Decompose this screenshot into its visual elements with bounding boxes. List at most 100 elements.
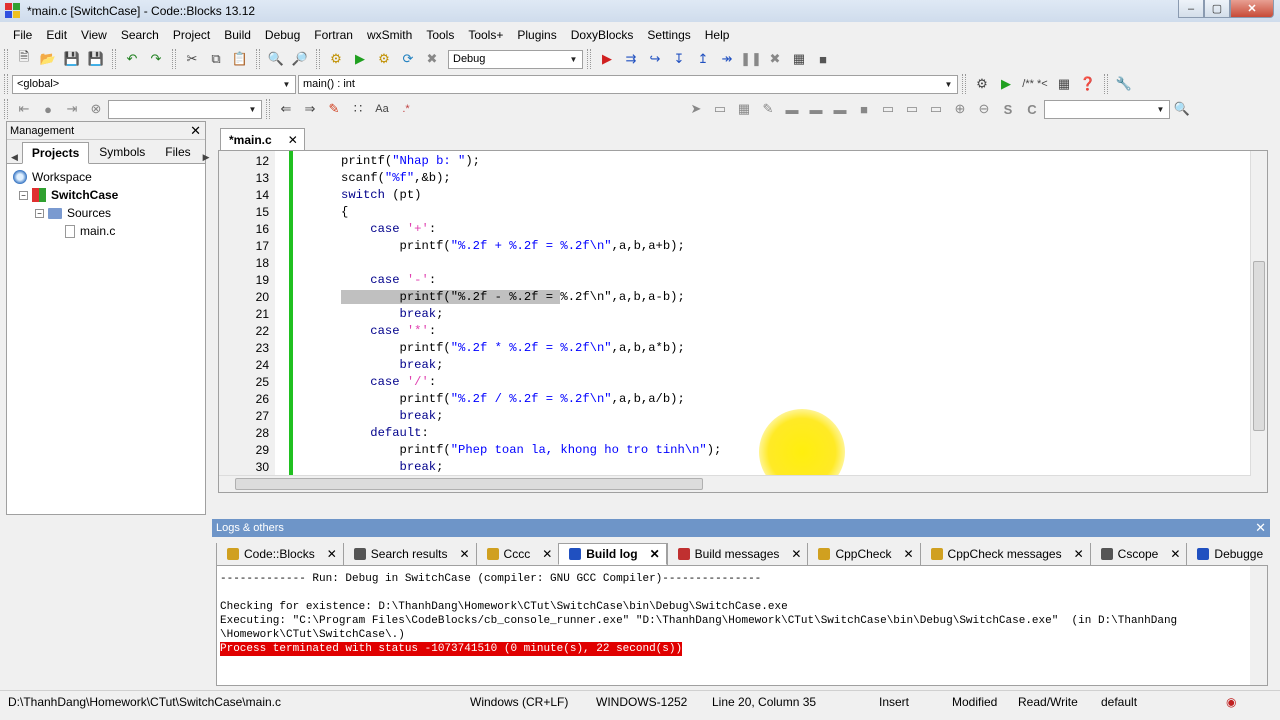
code-editor[interactable]: 12 printf("Nhap b: "); 13 scanf("%f",&b); 14… [218, 150, 1268, 493]
search-input[interactable]: ▼ [108, 99, 262, 119]
rebuild-icon[interactable]: ⟳ [398, 49, 418, 69]
maximize-button[interactable]: ▢ [1204, 0, 1230, 18]
close-icon[interactable]: ✕ [650, 547, 660, 561]
clear-search-icon[interactable]: ⊗ [86, 99, 106, 119]
menu-doxyblocks[interactable]: DoxyBlocks [564, 24, 641, 46]
code-line[interactable]: 24 break; [219, 357, 1251, 374]
function-select[interactable]: main() : int ▼ [298, 74, 958, 94]
match-case-icon[interactable]: Aa [372, 99, 392, 119]
pause-icon[interactable]: ❚❚ [740, 49, 762, 69]
menu-fortran[interactable]: Fortran [307, 24, 360, 46]
find-icon[interactable]: 🔍 [266, 49, 286, 69]
menu-build[interactable]: Build [217, 24, 258, 46]
doxy-chm-icon[interactable]: ❓ [1078, 74, 1098, 94]
new-file-icon[interactable]: 🗎 [14, 49, 34, 69]
close-icon[interactable]: ✕ [1255, 519, 1266, 537]
code-line[interactable]: 19 case '-': [219, 272, 1251, 289]
diagram-select[interactable]: ▼ [1044, 99, 1170, 119]
menu-search[interactable]: Search [114, 24, 166, 46]
highlight-icon[interactable]: ✎ [324, 99, 344, 119]
menu-plugins[interactable]: Plugins [510, 24, 563, 46]
cut-icon[interactable]: ✂ [182, 49, 202, 69]
next-line-icon[interactable]: ↪ [645, 49, 665, 69]
code-line[interactable]: 18 [219, 255, 1251, 272]
copy-icon[interactable]: ⧉ [206, 49, 226, 69]
doxy-config-icon[interactable]: 🔧 [1114, 74, 1134, 94]
logs-tab-cscope[interactable]: Cscope ✕ [1089, 543, 1187, 565]
border-icon[interactable]: ▭ [878, 99, 898, 119]
tab-scroll-right-icon[interactable]: ▶ [203, 152, 210, 163]
image-tool-icon[interactable]: ▦ [734, 99, 754, 119]
find-next-icon[interactable]: ⇒ [300, 99, 320, 119]
block-comment-icon[interactable]: /** *< [1020, 74, 1050, 94]
close-icon[interactable]: ✕ [288, 133, 298, 147]
close-icon[interactable]: ✕ [1074, 547, 1084, 561]
editor-horizontal-scrollbar[interactable] [219, 475, 1251, 492]
scope-select[interactable]: <global> ▼ [12, 74, 296, 94]
menu-help[interactable]: Help [698, 24, 737, 46]
logs-tab-debugge[interactable]: Debugge [1186, 543, 1268, 565]
tab-projects[interactable]: Projects [21, 142, 90, 164]
align-left-icon[interactable]: ▬ [782, 99, 802, 119]
debug-windows-icon[interactable]: ▦ [789, 49, 809, 69]
align-right-icon[interactable]: ▬ [830, 99, 850, 119]
menu-wxsmith[interactable]: wxSmith [360, 24, 419, 46]
tree-file-main[interactable]: main.c [13, 222, 205, 240]
stop-debug-icon[interactable]: ✖ [765, 49, 785, 69]
close-icon[interactable]: ✕ [459, 547, 469, 561]
menu-file[interactable]: File [6, 24, 39, 46]
code-line[interactable]: 26 printf("%.2f / %.2f = %.2f\n",a,b,a/b… [219, 391, 1251, 408]
fill-icon[interactable]: ■ [854, 99, 874, 119]
logs-vertical-scrollbar[interactable] [1250, 566, 1267, 685]
logs-tab-search-results[interactable]: Search results ✕ [342, 543, 476, 565]
tree-workspace[interactable]: Workspace [13, 168, 205, 186]
tab-files[interactable]: Files [155, 141, 200, 163]
build-gear-icon[interactable]: ⚙ [326, 49, 346, 69]
code-line[interactable]: 21 break; [219, 306, 1251, 323]
menu-tools[interactable]: Tools [419, 24, 461, 46]
code-line[interactable]: 12 printf("Nhap b: "); [219, 153, 1251, 170]
find-previous-icon[interactable]: ⇐ [276, 99, 296, 119]
code-line[interactable]: 16 case '+': [219, 221, 1251, 238]
logs-tab-build-messages[interactable]: Build messages ✕ [666, 543, 808, 565]
menu-project[interactable]: Project [166, 24, 217, 46]
logs-tab-cppcheck-messages[interactable]: CppCheck messages ✕ [919, 543, 1090, 565]
replace-icon[interactable]: 🔎 [290, 49, 310, 69]
doxy-wizard-icon[interactable]: ⚙ [972, 74, 992, 94]
zoom-in-icon[interactable]: ⊕ [950, 99, 970, 119]
code-line[interactable]: 23 printf("%.2f * %.2f = %.2f\n",a,b,a*b… [219, 340, 1251, 357]
tab-scroll-left-icon[interactable]: ◀ [11, 152, 18, 163]
jump-back-icon[interactable]: ⇤ [14, 99, 34, 119]
menu-view[interactable]: View [74, 24, 114, 46]
pointer-tool-icon[interactable]: ➤ [686, 99, 706, 119]
step-out-icon[interactable]: ↥ [693, 49, 713, 69]
close-button[interactable]: ✕ [1230, 0, 1274, 18]
info-icon[interactable]: ■ [813, 49, 833, 69]
menu-debug[interactable]: Debug [258, 24, 307, 46]
tree-folder-sources[interactable]: − Sources [13, 204, 205, 222]
run-icon[interactable]: ▶ [350, 49, 370, 69]
paste-icon[interactable]: 📋 [230, 49, 250, 69]
logs-tab-build-log[interactable]: Build log ✕ [558, 543, 667, 565]
align-center-icon[interactable]: ▬ [806, 99, 826, 119]
collapse-icon[interactable]: − [35, 208, 44, 218]
menu-edit[interactable]: Edit [39, 24, 74, 46]
border2-icon[interactable]: ▭ [902, 99, 922, 119]
run-to-cursor-icon[interactable]: ⇉ [621, 49, 641, 69]
abort-icon[interactable]: ✖ [422, 49, 442, 69]
code-line[interactable]: 13 scanf("%f",&b); [219, 170, 1251, 187]
logs-tab-cccc[interactable]: Cccc ✕ [475, 543, 559, 565]
open-file-icon[interactable]: 📂 [38, 49, 58, 69]
code-line[interactable]: 25 case '/': [219, 374, 1251, 391]
jump-forward-icon[interactable]: ⇥ [62, 99, 82, 119]
code-line[interactable]: 20 printf("%.2f - %.2f = %.2f\n",a,b,a-b… [219, 289, 1251, 306]
build-and-run-icon[interactable]: ⚙ [374, 49, 394, 69]
save-icon[interactable]: 💾 [62, 49, 82, 69]
code-line[interactable]: 28 default: [219, 425, 1251, 442]
tree-project[interactable]: − SwitchCase [13, 186, 205, 204]
doxy-extract-icon[interactable]: ▶ [996, 74, 1016, 94]
code-line[interactable]: 30 break; [219, 459, 1251, 476]
code-line[interactable]: 17 printf("%.2f + %.2f = %.2f\n",a,b,a+b… [219, 238, 1251, 255]
code-line[interactable]: 14 switch (pt) [219, 187, 1251, 204]
shape-rect-icon[interactable]: ▭ [710, 99, 730, 119]
